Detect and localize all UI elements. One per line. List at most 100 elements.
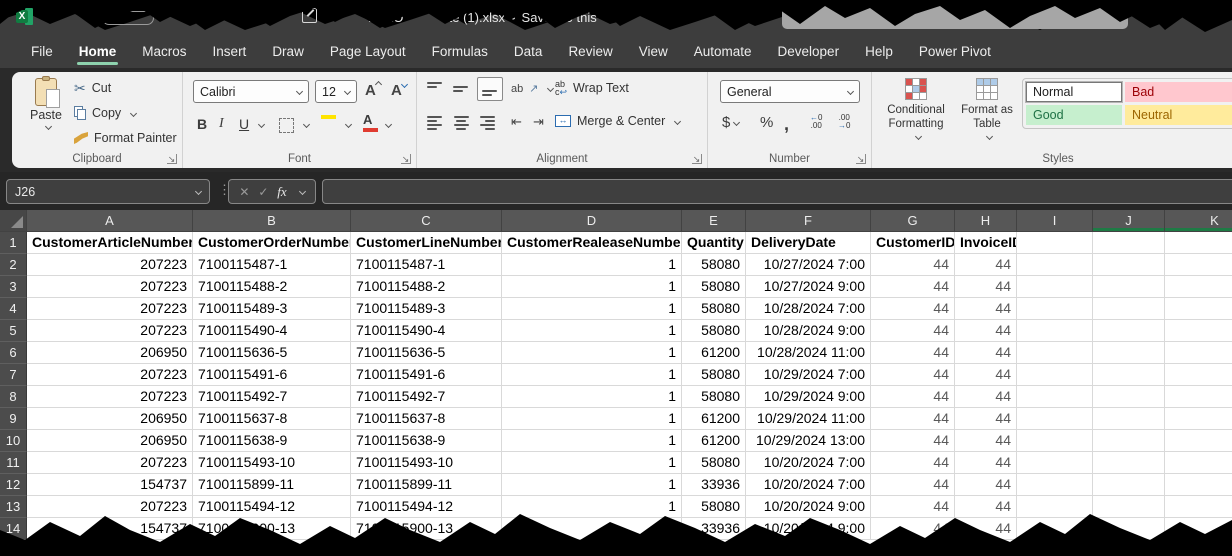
cell-H10[interactable]: 44 — [955, 430, 1017, 452]
cell-I13[interactable] — [1017, 496, 1093, 518]
cell-D3[interactable]: 1 — [502, 276, 682, 298]
cell-A2[interactable]: 207223 — [27, 254, 193, 276]
cell-J13[interactable] — [1093, 496, 1165, 518]
name-box[interactable]: J26 — [6, 179, 210, 204]
cell-J4[interactable] — [1093, 298, 1165, 320]
cell-K14[interactable] — [1165, 518, 1232, 540]
tab-home[interactable]: Home — [66, 38, 130, 68]
cell-E6[interactable]: 61200 — [682, 342, 746, 364]
cell-I7[interactable] — [1017, 364, 1093, 386]
autosave-toggle[interactable] — [102, 11, 154, 25]
align-center-button[interactable] — [453, 116, 469, 130]
formula-input[interactable] — [322, 179, 1232, 204]
cell-K10[interactable] — [1165, 430, 1232, 452]
search-box[interactable] — [782, 5, 1128, 29]
cell-B7[interactable]: 7100115491-6 — [193, 364, 351, 386]
cell-B11[interactable]: 7100115493-10 — [193, 452, 351, 474]
row-header-12[interactable]: 12 — [0, 474, 27, 496]
cell-F6[interactable]: 10/28/2024 11:00 — [746, 342, 871, 364]
cell-G1[interactable]: CustomerID — [871, 232, 955, 254]
cell-G2[interactable]: 44 — [871, 254, 955, 276]
row-header-5[interactable]: 5 — [0, 320, 27, 342]
cell-J8[interactable] — [1093, 386, 1165, 408]
column-header-I[interactable]: I — [1017, 210, 1093, 232]
row-header-2[interactable]: 2 — [0, 254, 27, 276]
cell-C9[interactable]: 7100115637-8 — [351, 408, 502, 430]
cell-G7[interactable]: 44 — [871, 364, 955, 386]
cell-D7[interactable]: 1 — [502, 364, 682, 386]
cell-C7[interactable]: 7100115491-6 — [351, 364, 502, 386]
cell-D9[interactable]: 1 — [502, 408, 682, 430]
cell-F2[interactable]: 10/27/2024 7:00 — [746, 254, 871, 276]
row-header-14[interactable]: 14 — [0, 518, 27, 540]
editing-mode-icon[interactable] — [302, 8, 317, 23]
cell-E9[interactable]: 61200 — [682, 408, 746, 430]
cell-C3[interactable]: 7100115488-2 — [351, 276, 502, 298]
bottom-align-button[interactable] — [477, 77, 503, 101]
cell-G14[interactable]: 44 — [871, 518, 955, 540]
cell-J1[interactable] — [1093, 232, 1165, 254]
cell-C2[interactable]: 7100115487-1 — [351, 254, 502, 276]
cell-J14[interactable] — [1093, 518, 1165, 540]
cell-E4[interactable]: 58080 — [682, 298, 746, 320]
align-left-button[interactable] — [427, 116, 443, 130]
row-header-10[interactable]: 10 — [0, 430, 27, 452]
tab-view[interactable]: View — [626, 38, 681, 68]
format-as-table-button[interactable]: Format as Table — [956, 78, 1018, 139]
cell-B12[interactable]: 7100115899-11 — [193, 474, 351, 496]
cell-I14[interactable] — [1017, 518, 1093, 540]
cell-I10[interactable] — [1017, 430, 1093, 452]
cell-A6[interactable]: 206950 — [27, 342, 193, 364]
cell-F1[interactable]: DeliveryDate — [746, 232, 871, 254]
cell-B9[interactable]: 7100115637-8 — [193, 408, 351, 430]
cell-H4[interactable]: 44 — [955, 298, 1017, 320]
cell-C8[interactable]: 7100115492-7 — [351, 386, 502, 408]
column-header-H[interactable]: H — [955, 210, 1017, 232]
cell-H3[interactable]: 44 — [955, 276, 1017, 298]
cell-F14[interactable]: 10/20/2024 9:00 — [746, 518, 871, 540]
increase-font-size-button[interactable]: A — [365, 82, 381, 99]
tab-formulas[interactable]: Formulas — [419, 38, 501, 68]
cell-B6[interactable]: 7100115636-5 — [193, 342, 351, 364]
cell-K5[interactable] — [1165, 320, 1232, 342]
cell-B10[interactable]: 7100115638-9 — [193, 430, 351, 452]
cell-G11[interactable]: 44 — [871, 452, 955, 474]
row-header-8[interactable]: 8 — [0, 386, 27, 408]
cell-G10[interactable]: 44 — [871, 430, 955, 452]
cell-G5[interactable]: 44 — [871, 320, 955, 342]
cell-C12[interactable]: 7100115899-11 — [351, 474, 502, 496]
cell-K3[interactable] — [1165, 276, 1232, 298]
cell-F9[interactable]: 10/29/2024 11:00 — [746, 408, 871, 430]
cell-A10[interactable]: 206950 — [27, 430, 193, 452]
number-format-combobox[interactable]: General — [720, 80, 860, 103]
cell-K4[interactable] — [1165, 298, 1232, 320]
cell-I1[interactable] — [1017, 232, 1093, 254]
cell-E3[interactable]: 58080 — [682, 276, 746, 298]
tab-draw[interactable]: Draw — [259, 38, 317, 68]
cell-C10[interactable]: 7100115638-9 — [351, 430, 502, 452]
cell-C5[interactable]: 7100115490-4 — [351, 320, 502, 342]
cell-I5[interactable] — [1017, 320, 1093, 342]
enter-icon[interactable]: ✓ — [258, 185, 268, 199]
cell-A7[interactable]: 207223 — [27, 364, 193, 386]
cancel-icon[interactable]: ✕ — [239, 185, 249, 199]
cell-I3[interactable] — [1017, 276, 1093, 298]
cell-C6[interactable]: 7100115636-5 — [351, 342, 502, 364]
column-header-B[interactable]: B — [193, 210, 351, 232]
row-header-9[interactable]: 9 — [0, 408, 27, 430]
row-header-1[interactable]: 1 — [0, 232, 27, 254]
tab-developer[interactable]: Developer — [765, 38, 853, 68]
cell-E10[interactable]: 61200 — [682, 430, 746, 452]
cell-D4[interactable]: 1 — [502, 298, 682, 320]
cell-A3[interactable]: 207223 — [27, 276, 193, 298]
top-align-button[interactable] — [427, 82, 443, 96]
cell-D12[interactable]: 1 — [502, 474, 682, 496]
cell-H7[interactable]: 44 — [955, 364, 1017, 386]
cell-D6[interactable]: 1 — [502, 342, 682, 364]
tab-insert[interactable]: Insert — [200, 38, 260, 68]
cell-H14[interactable]: 44 — [955, 518, 1017, 540]
cell-A12[interactable]: 154737 — [27, 474, 193, 496]
cell-I11[interactable] — [1017, 452, 1093, 474]
cell-J9[interactable] — [1093, 408, 1165, 430]
cell-A11[interactable]: 207223 — [27, 452, 193, 474]
